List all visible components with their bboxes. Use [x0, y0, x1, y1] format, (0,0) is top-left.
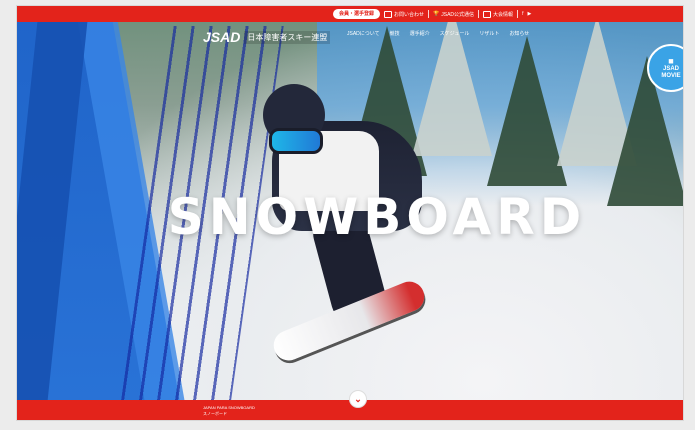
newsletter-link[interactable]: 🏆 JSAD公式通信 [433, 11, 474, 18]
site-logo[interactable]: JSAD 日本障害者スキー連盟 [203, 22, 331, 52]
mail-icon [384, 10, 393, 18]
footer-caption: JAPAN PARA SNOWBOARD スノーボード [203, 405, 255, 417]
nav-item-athletes[interactable]: 選手紹介 [410, 30, 430, 37]
tree [412, 6, 492, 156]
nav-item-about[interactable]: JSADについて [347, 30, 380, 37]
nav-item-results[interactable]: リザルト [479, 30, 499, 37]
divider [478, 10, 480, 18]
trophy-icon: 🏆 [433, 11, 440, 17]
nav-item-sports[interactable]: 競技 [390, 30, 400, 37]
nav-item-news[interactable]: お知らせ [509, 30, 529, 37]
divider [517, 10, 519, 18]
rider-goggles [269, 128, 323, 154]
newsletter-link-label: JSAD公式通信 [441, 11, 475, 18]
facebook-icon[interactable]: f [522, 11, 523, 17]
top-red-bar: 会員・選手登録 お問い合わせ 🏆 JSAD公式通信 大会情報 f ▶ [17, 6, 683, 22]
nav-item-schedule[interactable]: スケジュール [440, 30, 470, 37]
browser-page: 会員・選手登録 お問い合わせ 🏆 JSAD公式通信 大会情報 f ▶ JSAD … [17, 6, 683, 420]
youtube-icon[interactable]: ▶ [527, 11, 531, 17]
member-registration-button[interactable]: 会員・選手登録 [333, 9, 381, 19]
logo-mark: JSAD [203, 29, 241, 45]
hero-title: SNOWBOARD [167, 188, 587, 246]
tree [487, 36, 567, 186]
logo-name: 日本障害者スキー連盟 [244, 30, 331, 44]
video-camera-icon: ■ [668, 55, 674, 66]
movie-badge-line1: JSAD [662, 65, 679, 72]
events-link[interactable]: 大会情報 [483, 10, 514, 18]
footer-caption-line2: スノーボード [203, 411, 227, 416]
calendar-icon [483, 10, 492, 18]
contact-link-label: お問い合わせ [394, 11, 425, 18]
divider [428, 10, 430, 18]
utility-bar: 会員・選手登録 お問い合わせ 🏆 JSAD公式通信 大会情報 f ▶ [333, 8, 531, 20]
events-link-label: 大会情報 [493, 11, 514, 18]
scroll-down-button[interactable]: ⌄ [349, 390, 367, 408]
chevron-down-icon: ⌄ [354, 393, 362, 404]
contact-link[interactable]: お問い合わせ [384, 10, 425, 18]
main-nav: JSADについて 競技 選手紹介 スケジュール リザルト お知らせ [347, 30, 529, 37]
movie-badge-line2: MOVIE [661, 72, 681, 79]
